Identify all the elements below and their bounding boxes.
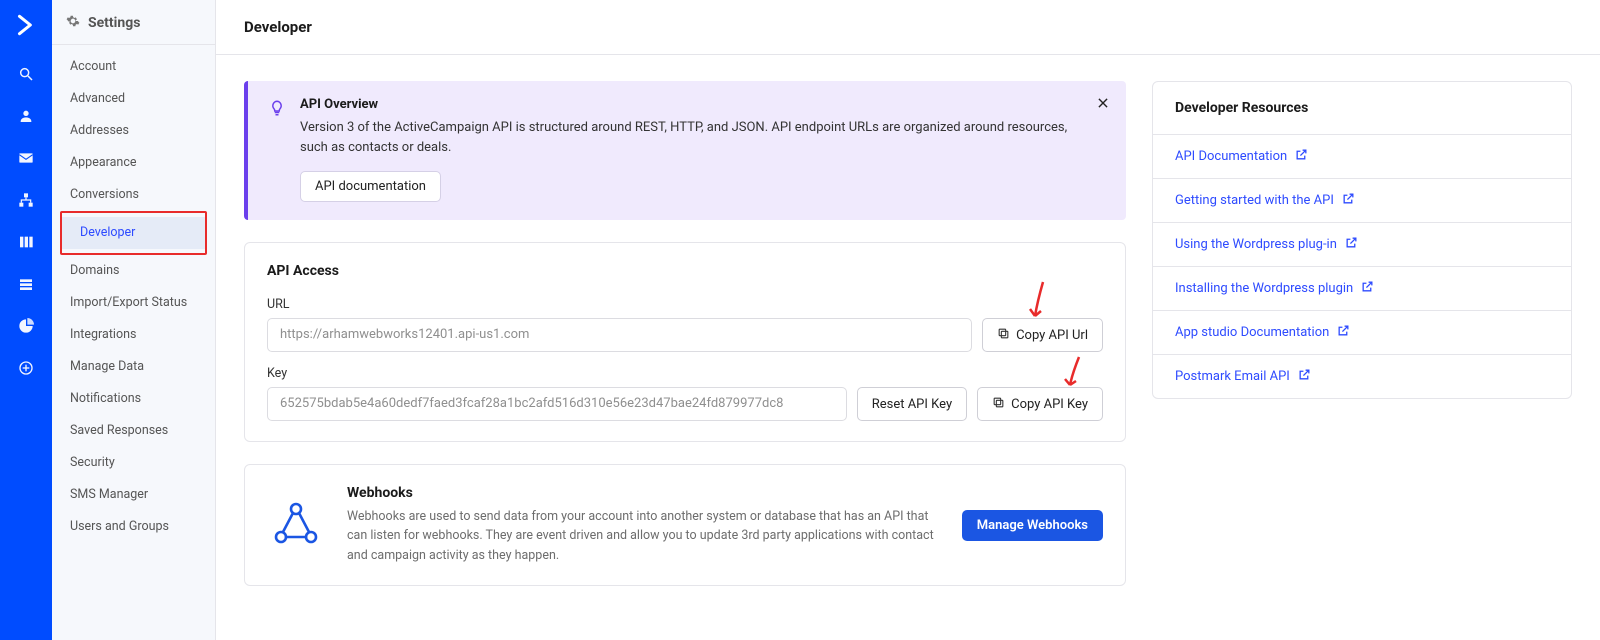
copy-api-key-label: Copy API Key — [1011, 398, 1088, 411]
resource-link-wordpress-plugin[interactable]: Using the Wordpress plug-in — [1153, 223, 1571, 267]
mail-icon[interactable] — [12, 148, 40, 168]
resource-label: Postmark Email API — [1175, 369, 1290, 384]
copy-api-url-label: Copy API Url — [1016, 329, 1088, 342]
sidebar-item-account[interactable]: Account — [52, 51, 215, 83]
api-documentation-button[interactable]: API documentation — [300, 171, 441, 202]
add-icon[interactable] — [12, 358, 40, 378]
api-overview-banner: API Overview Version 3 of the ActiveCamp… — [244, 81, 1126, 220]
sidebar-item-domains[interactable]: Domains — [52, 255, 215, 287]
resource-link-installing-wordpress[interactable]: Installing the Wordpress plugin — [1153, 267, 1571, 311]
external-link-icon — [1295, 148, 1308, 165]
api-key-input[interactable]: 652575bdab5e4a60dedf7faed3fcaf28a1bc2afd… — [267, 387, 847, 421]
sidebar-item-developer[interactable]: Developer — [62, 217, 205, 249]
resource-link-api-documentation[interactable]: API Documentation — [1153, 135, 1571, 179]
sidebar-item-sms-manager[interactable]: SMS Manager — [52, 479, 215, 511]
resource-label: Using the Wordpress plug-in — [1175, 237, 1337, 252]
content: API Overview Version 3 of the ActiveCamp… — [216, 55, 1600, 612]
resources-title: Developer Resources — [1153, 82, 1571, 135]
deals-icon[interactable] — [12, 232, 40, 252]
copy-icon — [997, 327, 1010, 343]
resource-label: API Documentation — [1175, 149, 1287, 164]
nav-rail — [0, 0, 52, 640]
webhooks-description: Webhooks are used to send data from your… — [347, 507, 940, 565]
app-logo-icon[interactable] — [13, 12, 39, 42]
close-icon[interactable] — [1096, 95, 1110, 114]
reset-api-key-button[interactable]: Reset API Key — [857, 387, 967, 421]
key-label: Key — [267, 366, 1103, 381]
url-row: https://arhamwebworks12401.api-us1.com C… — [267, 318, 1103, 352]
sidebar-item-conversions[interactable]: Conversions — [52, 179, 215, 211]
resource-label: Installing the Wordpress plugin — [1175, 281, 1353, 296]
manage-webhooks-button[interactable]: Manage Webhooks — [962, 510, 1103, 541]
resource-link-app-studio[interactable]: App studio Documentation — [1153, 311, 1571, 355]
resource-label: Getting started with the API — [1175, 193, 1334, 208]
search-icon[interactable] — [12, 64, 40, 84]
api-access-card: API Access URL https://arhamwebworks1240… — [244, 242, 1126, 442]
url-label: URL — [267, 297, 1103, 312]
lightbulb-icon — [268, 99, 286, 202]
external-link-icon — [1298, 368, 1311, 385]
external-link-icon — [1342, 192, 1355, 209]
content-left: API Overview Version 3 of the ActiveCamp… — [244, 81, 1126, 586]
external-link-icon — [1337, 324, 1350, 341]
developer-resources-card: Developer Resources API Documentation Ge… — [1152, 81, 1572, 399]
manage-webhooks-label: Manage Webhooks — [977, 519, 1088, 532]
resource-label: App studio Documentation — [1175, 325, 1329, 340]
sidebar-title: Settings — [88, 15, 140, 31]
automations-icon[interactable] — [12, 190, 40, 210]
main-column: Developer API Overview Version 3 of the … — [216, 0, 1600, 640]
api-access-title: API Access — [267, 263, 1103, 279]
sidebar-item-manage-data[interactable]: Manage Data — [52, 351, 215, 383]
sidebar-item-advanced[interactable]: Advanced — [52, 83, 215, 115]
webhooks-card: Webhooks Webhooks are used to send data … — [244, 464, 1126, 586]
sidebar-item-appearance[interactable]: Appearance — [52, 147, 215, 179]
copy-api-url-button[interactable]: Copy API Url — [982, 318, 1103, 352]
sidebar-item-notifications[interactable]: Notifications — [52, 383, 215, 415]
webhooks-title: Webhooks — [347, 485, 940, 501]
contacts-icon[interactable] — [12, 106, 40, 126]
page-title: Developer — [216, 0, 1600, 55]
lists-icon[interactable] — [12, 274, 40, 294]
gear-icon — [66, 14, 80, 32]
sidebar-item-security[interactable]: Security — [52, 447, 215, 479]
resource-link-postmark[interactable]: Postmark Email API — [1153, 355, 1571, 398]
sidebar-item-import-export[interactable]: Import/Export Status — [52, 287, 215, 319]
banner-title: API Overview — [300, 97, 1076, 112]
content-right: Developer Resources API Documentation Ge… — [1152, 81, 1572, 399]
app-root: Settings Account Advanced Addresses Appe… — [0, 0, 1600, 640]
resource-link-getting-started[interactable]: Getting started with the API — [1153, 179, 1571, 223]
settings-sidebar: Settings Account Advanced Addresses Appe… — [52, 0, 216, 640]
reset-api-key-label: Reset API Key — [872, 398, 952, 411]
api-url-input[interactable]: https://arhamwebworks12401.api-us1.com — [267, 318, 972, 352]
sidebar-item-users-groups[interactable]: Users and Groups — [52, 511, 215, 543]
key-row: 652575bdab5e4a60dedf7faed3fcaf28a1bc2afd… — [267, 387, 1103, 421]
reports-icon[interactable] — [12, 316, 40, 336]
api-documentation-button-label: API documentation — [315, 180, 426, 193]
banner-description: Version 3 of the ActiveCampaign API is s… — [300, 118, 1076, 157]
annotation-highlight-developer: Developer — [60, 211, 207, 255]
sidebar-item-integrations[interactable]: Integrations — [52, 319, 215, 351]
sidebar-list: Account Advanced Addresses Appearance Co… — [52, 45, 215, 549]
copy-icon — [992, 396, 1005, 412]
sidebar-item-saved-responses[interactable]: Saved Responses — [52, 415, 215, 447]
external-link-icon — [1345, 236, 1358, 253]
external-link-icon — [1361, 280, 1374, 297]
copy-api-key-button[interactable]: Copy API Key — [977, 387, 1103, 421]
sidebar-item-addresses[interactable]: Addresses — [52, 115, 215, 147]
sidebar-header: Settings — [52, 0, 215, 45]
webhook-icon — [267, 493, 325, 557]
